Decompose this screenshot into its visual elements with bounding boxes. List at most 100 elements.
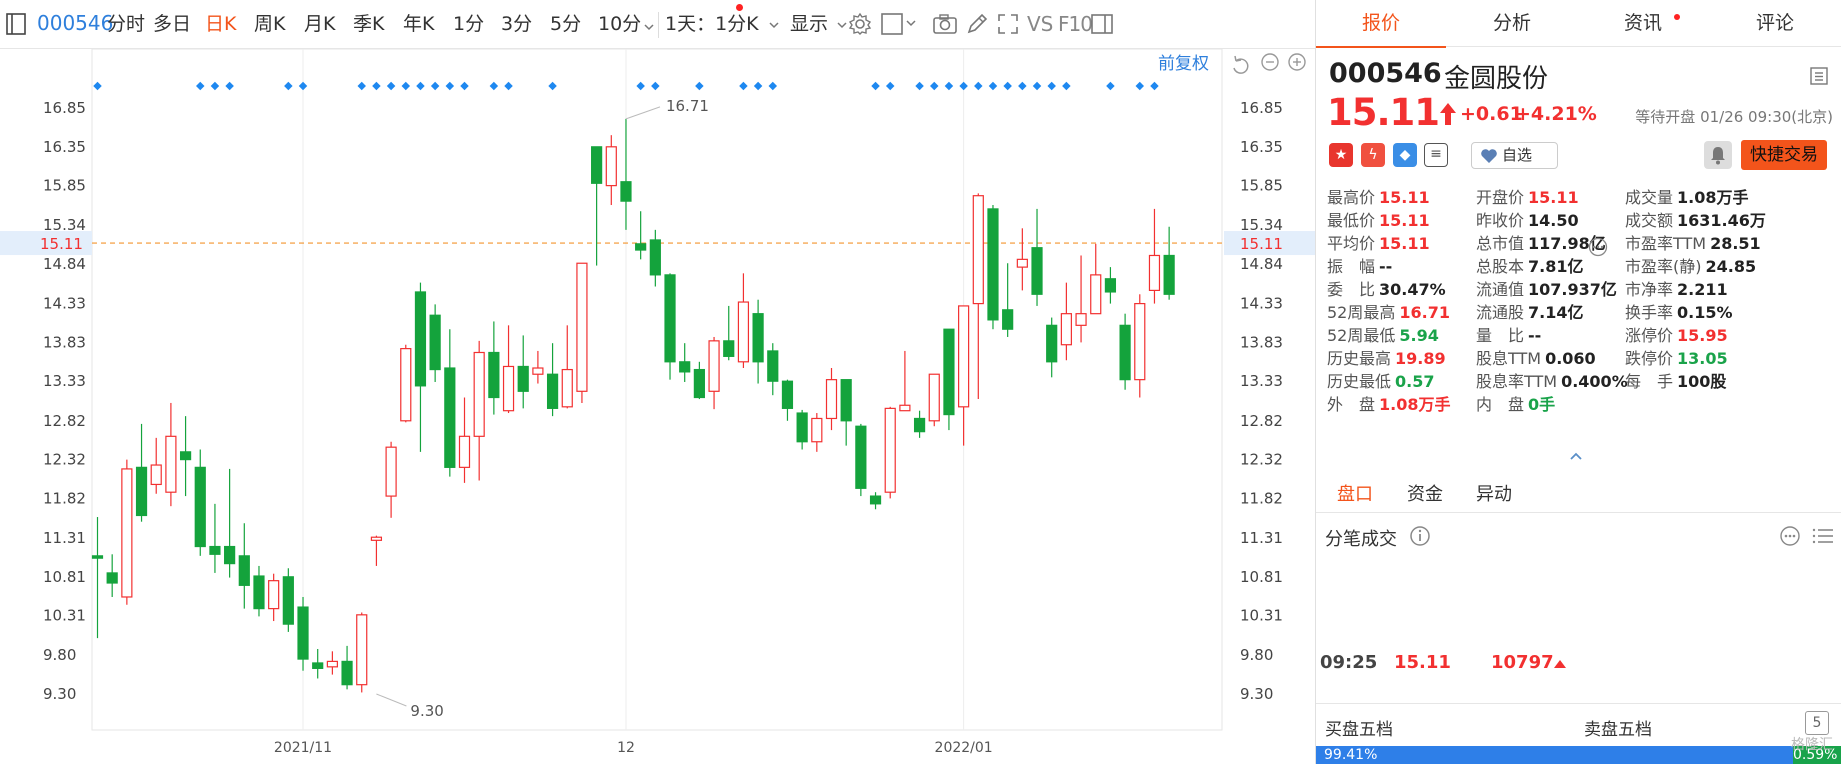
candle-body[interactable] xyxy=(752,313,764,363)
candle-body[interactable] xyxy=(165,435,177,493)
candle-body[interactable] xyxy=(840,379,852,422)
alert-bell-icon[interactable] xyxy=(1704,141,1732,169)
candle-body[interactable] xyxy=(1031,247,1043,295)
tab-3min[interactable]: 3分 xyxy=(501,12,532,36)
candle-body[interactable] xyxy=(414,291,427,387)
more-options-icon[interactable] xyxy=(1779,525,1801,547)
candle-body[interactable] xyxy=(91,555,104,559)
candle-body[interactable] xyxy=(708,340,720,392)
candle-body[interactable] xyxy=(1134,302,1146,381)
panel-toggle-icon[interactable] xyxy=(1091,12,1113,36)
tab-zhouk[interactable]: 周K xyxy=(254,12,285,36)
candle-body[interactable] xyxy=(1060,313,1072,346)
kline-chart[interactable]: 前复权 2021/11 12 2022/01 16.85 16.85 16.35 16.35 1… xyxy=(0,49,1315,764)
info-icon[interactable] xyxy=(1409,525,1431,547)
adjust-mode-button[interactable]: 前复权 xyxy=(1158,54,1209,74)
candle-body[interactable] xyxy=(532,367,544,375)
candle-body[interactable] xyxy=(209,545,221,555)
candle-body[interactable] xyxy=(869,495,882,505)
subtab-yidong[interactable]: 异动 xyxy=(1476,480,1512,506)
candle-body[interactable] xyxy=(194,466,206,548)
candle-body[interactable] xyxy=(473,351,485,437)
candle-body[interactable] xyxy=(326,660,338,668)
lightning-icon[interactable]: ϟ xyxy=(1361,143,1385,167)
candle-body[interactable] xyxy=(664,274,676,363)
candle-body[interactable] xyxy=(679,361,691,373)
candle-body[interactable] xyxy=(649,239,661,276)
candle-body[interactable] xyxy=(825,379,838,420)
candle-body[interactable] xyxy=(635,243,647,251)
tab-comments[interactable]: 评论 xyxy=(1710,0,1840,47)
candle-body[interactable] xyxy=(268,580,280,610)
orderbook-toggle-icon[interactable]: 5 xyxy=(1805,711,1829,735)
chevron-up-icon[interactable] xyxy=(1569,451,1583,461)
candle-body[interactable] xyxy=(356,614,368,686)
candle-body[interactable] xyxy=(561,368,573,408)
candle-body[interactable] xyxy=(179,451,192,461)
candle-body[interactable] xyxy=(385,446,397,497)
tab-1min[interactable]: 1分 xyxy=(453,12,484,36)
candle-body[interactable] xyxy=(1090,274,1102,315)
candle-body[interactable] xyxy=(884,407,896,493)
fast-trade-button[interactable]: 快捷交易 xyxy=(1741,140,1827,170)
candle-body[interactable] xyxy=(693,368,705,399)
tab-rik[interactable]: 日K xyxy=(205,12,236,36)
candle-body[interactable] xyxy=(488,351,500,399)
market-cap-more-icon[interactable] xyxy=(1588,237,1608,257)
candle-body[interactable] xyxy=(605,146,617,187)
tab-jik[interactable]: 季K xyxy=(353,12,384,36)
reset-icon[interactable] xyxy=(1233,55,1249,74)
fullscreen-icon[interactable] xyxy=(996,12,1020,36)
tab-niank[interactable]: 年K xyxy=(403,12,434,36)
candle-body[interactable] xyxy=(723,340,735,357)
candle-body[interactable] xyxy=(576,262,588,392)
candle-body[interactable] xyxy=(150,464,162,486)
settings-gear-icon[interactable] xyxy=(848,12,872,36)
candle-body[interactable] xyxy=(1163,254,1175,295)
candle-body[interactable] xyxy=(972,195,984,305)
tab-quote[interactable]: 报价 xyxy=(1316,0,1446,48)
candle-body[interactable] xyxy=(297,606,309,660)
tab-5min[interactable]: 5分 xyxy=(550,12,581,36)
candle-body[interactable] xyxy=(620,181,632,202)
candle-body[interactable] xyxy=(958,305,970,408)
candle-body[interactable] xyxy=(253,575,265,610)
candle-body[interactable] xyxy=(517,365,529,392)
candle-body[interactable] xyxy=(1148,254,1161,291)
vs-compare-button[interactable]: VS xyxy=(1027,12,1053,36)
candle-body[interactable] xyxy=(370,536,383,541)
pencil-icon[interactable] xyxy=(965,12,989,36)
candle-body[interactable] xyxy=(224,545,236,565)
candle-body[interactable] xyxy=(987,208,999,321)
candle-body[interactable] xyxy=(1046,324,1058,363)
tab-yuek[interactable]: 月K xyxy=(304,12,335,36)
candle-body[interactable] xyxy=(106,572,118,584)
layout-select-icon[interactable] xyxy=(881,12,917,36)
candle-body[interactable] xyxy=(1016,258,1028,268)
subtab-pankou[interactable]: 盘口 xyxy=(1337,480,1373,506)
tab-10min-caret[interactable] xyxy=(644,14,654,38)
candle-body[interactable] xyxy=(1119,324,1131,381)
candle-body[interactable] xyxy=(282,576,294,625)
candle-body[interactable] xyxy=(737,301,750,363)
candle-body[interactable] xyxy=(312,662,324,669)
candle-body[interactable] xyxy=(121,468,133,598)
candle-body[interactable] xyxy=(591,146,603,184)
candle-body[interactable] xyxy=(135,466,148,517)
candle-body[interactable] xyxy=(796,412,808,443)
sidebar-toggle-icon[interactable] xyxy=(6,13,26,35)
display-menu[interactable]: 显示 xyxy=(790,12,847,36)
tab-fenshi[interactable]: 分时 xyxy=(107,12,145,36)
candle-body[interactable] xyxy=(458,435,471,468)
candle-body[interactable] xyxy=(855,425,867,489)
candle-body[interactable] xyxy=(1002,309,1014,330)
candle-body[interactable] xyxy=(913,417,926,433)
candle-body[interactable] xyxy=(899,404,911,412)
candle-body[interactable] xyxy=(928,373,940,422)
candle-body[interactable] xyxy=(1075,313,1087,326)
add-watchlist-button[interactable]: 自选 xyxy=(1471,142,1558,169)
candle-body[interactable] xyxy=(238,555,250,586)
candle-body[interactable] xyxy=(429,314,441,371)
tag-icon[interactable]: ◆ xyxy=(1393,143,1417,167)
subtab-zijin[interactable]: 资金 xyxy=(1407,480,1443,506)
